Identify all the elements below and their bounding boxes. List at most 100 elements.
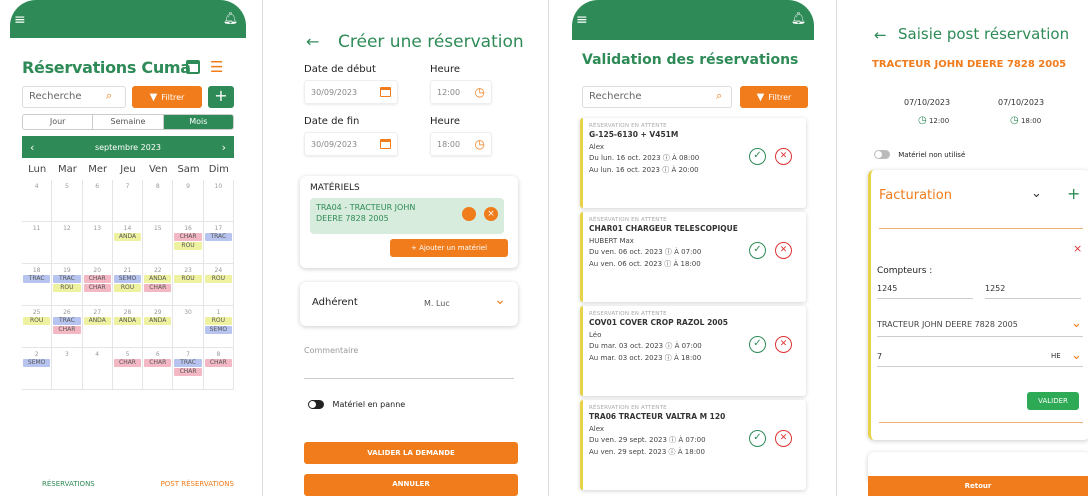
event-tag[interactable]: ROU <box>53 284 81 292</box>
reject-icon[interactable]: ✕ <box>775 430 792 447</box>
calendar-day-cell[interactable]: 7 <box>112 180 144 222</box>
event-tag[interactable]: CHAR <box>144 284 172 292</box>
event-tag[interactable]: TRAC <box>53 317 81 325</box>
calendar-day-cell[interactable]: 4 <box>22 180 53 222</box>
calendar-day-cell[interactable]: 13 <box>82 222 113 264</box>
event-tag[interactable]: TRAC <box>53 275 81 283</box>
cancel-button[interactable]: ANNULER <box>304 474 518 496</box>
approve-icon[interactable]: ✓ <box>749 242 766 259</box>
search-icon[interactable]: ⌕ <box>106 89 112 103</box>
search-icon[interactable]: ⌕ <box>716 89 722 103</box>
reservation-card[interactable]: RÉSERVATION EN ATTENTE COV01 COVER CROP R… <box>580 306 806 396</box>
chevron-left-icon[interactable]: ‹ <box>30 141 34 154</box>
event-tag[interactable]: ROU <box>204 317 232 325</box>
event-tag[interactable]: ROU <box>113 284 142 292</box>
chevron-right-icon[interactable]: › <box>222 141 226 154</box>
reject-icon[interactable]: ✕ <box>775 242 792 259</box>
calendar-day-cell[interactable]: 25 ROU <box>22 306 53 348</box>
event-tag[interactable]: TRAC <box>23 275 51 283</box>
chevron-down-icon[interactable]: ⌄ <box>1031 186 1042 201</box>
chevron-down-icon[interactable]: ⌄ <box>494 292 506 308</box>
calendar-day-cell[interactable]: 15 <box>143 222 174 264</box>
event-tag[interactable]: ROU <box>174 242 202 250</box>
calendar-day-cell[interactable]: 7 TRAC CHAR <box>173 348 204 390</box>
event-tag[interactable]: TRAC <box>174 359 202 367</box>
calendar-day-cell[interactable]: 1 ROU SEMO <box>203 306 234 348</box>
event-tag[interactable]: CHAR <box>83 284 111 292</box>
approve-icon[interactable]: ✓ <box>749 336 766 353</box>
calendar-day-cell[interactable]: 23 ROU <box>173 264 204 306</box>
chevron-down-icon[interactable]: ⌄ <box>1071 348 1082 363</box>
event-tag[interactable]: ROU <box>23 317 51 325</box>
calendar-day-cell[interactable]: 17 TRAC <box>203 222 234 264</box>
calendar-day-cell[interactable]: 10 <box>203 180 234 222</box>
event-tag[interactable]: ROU <box>174 275 202 283</box>
reservation-card[interactable]: RÉSERVATION EN ATTENTE G-125-6130 + V451M… <box>580 118 806 208</box>
event-tag[interactable]: ROU <box>204 275 232 283</box>
calendar-day-cell[interactable]: 22 ANDA CHAR <box>143 264 174 306</box>
event-tag[interactable]: ANDA <box>144 317 172 325</box>
remove-material-icon[interactable]: × <box>484 207 498 221</box>
event-tag[interactable]: CHAR <box>204 359 232 367</box>
event-tag[interactable]: ANDA <box>83 317 111 325</box>
event-tag[interactable]: ANDA <box>113 317 142 325</box>
event-tag[interactable]: CHAR <box>83 275 111 283</box>
event-tag[interactable]: TRAC <box>204 233 232 241</box>
notification-bell-icon[interactable]: 🔔︎ <box>791 11 806 25</box>
calendar-day-cell[interactable]: 4 <box>82 348 113 390</box>
calendar-day-cell[interactable]: 2 SEMO <box>22 348 53 390</box>
add-material-button[interactable]: + Ajouter un matériel <box>390 239 508 257</box>
unused-toggle[interactable] <box>874 150 890 159</box>
tab-reservations[interactable]: RÉSERVATIONS <box>42 480 95 488</box>
back-arrow-icon[interactable]: ← <box>306 32 319 51</box>
reject-icon[interactable]: ✕ <box>775 148 792 165</box>
start-time-field[interactable]: 12:00 ◷ <box>430 80 492 104</box>
machine-select[interactable]: TRACTEUR JOHN DEERE 7828 2005 <box>877 320 1018 329</box>
tab-month[interactable]: Mois <box>163 115 233 129</box>
menu-icon[interactable]: ≡ <box>576 12 588 28</box>
add-icon[interactable]: + <box>1067 184 1080 203</box>
member-select[interactable]: M. Luc <box>424 299 450 308</box>
calendar-day-cell[interactable]: 6 CHAR <box>143 348 174 390</box>
tab-post-reservations[interactable]: POST RÉSERVATIONS <box>161 480 234 488</box>
info-icon[interactable] <box>462 207 476 221</box>
menu-icon[interactable]: ≡ <box>14 12 26 28</box>
calendar-day-cell[interactable]: 8 <box>143 180 174 222</box>
event-tag[interactable]: CHAR <box>53 326 81 334</box>
reject-icon[interactable]: ✕ <box>775 336 792 353</box>
back-button[interactable]: Retour <box>868 476 1088 496</box>
search-input[interactable]: Recherche <box>582 86 732 108</box>
reservation-card[interactable]: RÉSERVATION EN ATTENTE CHAR01 CHARGEUR TE… <box>580 212 806 302</box>
calendar-day-cell[interactable]: 26 TRAC CHAR <box>52 306 83 348</box>
back-arrow-icon[interactable]: ← <box>874 26 887 44</box>
quantity-field[interactable]: 7 <box>877 352 882 361</box>
counter-from-field[interactable]: 1245 <box>877 284 897 293</box>
chevron-down-icon[interactable]: ⌄ <box>1071 316 1082 331</box>
tab-day[interactable]: Jour <box>23 115 94 129</box>
calendar-day-cell[interactable]: 30 <box>173 306 204 348</box>
calendar-day-cell[interactable]: 19 TRAC ROU <box>52 264 83 306</box>
event-tag[interactable]: CHAR <box>174 233 202 241</box>
list-view-icon[interactable]: ☰ <box>210 58 223 76</box>
broken-toggle[interactable] <box>308 400 324 409</box>
end-time-field[interactable]: 18:00 ◷ <box>430 132 492 156</box>
notification-bell-icon[interactable]: 🔔︎ <box>223 11 238 25</box>
calendar-day-cell[interactable]: 5 <box>52 180 83 222</box>
add-reservation-button[interactable]: + <box>208 86 234 108</box>
tab-week[interactable]: Semaine <box>93 115 164 129</box>
validate-billing-button[interactable]: VALIDER <box>1027 392 1079 410</box>
event-tag[interactable]: ANDA <box>144 275 172 283</box>
approve-icon[interactable]: ✓ <box>749 430 766 447</box>
calendar-day-cell[interactable]: 6 <box>82 180 113 222</box>
calendar-day-cell[interactable]: 29 ANDA <box>143 306 174 348</box>
event-tag[interactable]: SEMO <box>204 326 232 334</box>
comment-field[interactable]: Commentaire <box>304 346 358 355</box>
calendar-day-cell[interactable]: 8 CHAR <box>203 348 234 390</box>
close-icon[interactable]: × <box>1073 242 1082 255</box>
reservation-card[interactable]: RÉSERVATION EN ATTENTE TRA06 TRACTEUR VAL… <box>580 400 806 490</box>
filter-button[interactable]: ▼ Filtrer <box>132 86 202 108</box>
calendar-day-cell[interactable]: 11 <box>22 222 53 264</box>
calendar-day-cell[interactable]: 5 CHAR <box>112 348 144 390</box>
counter-to-field[interactable]: 1252 <box>985 284 1005 293</box>
calendar-day-cell[interactable]: 27 ANDA <box>82 306 113 348</box>
